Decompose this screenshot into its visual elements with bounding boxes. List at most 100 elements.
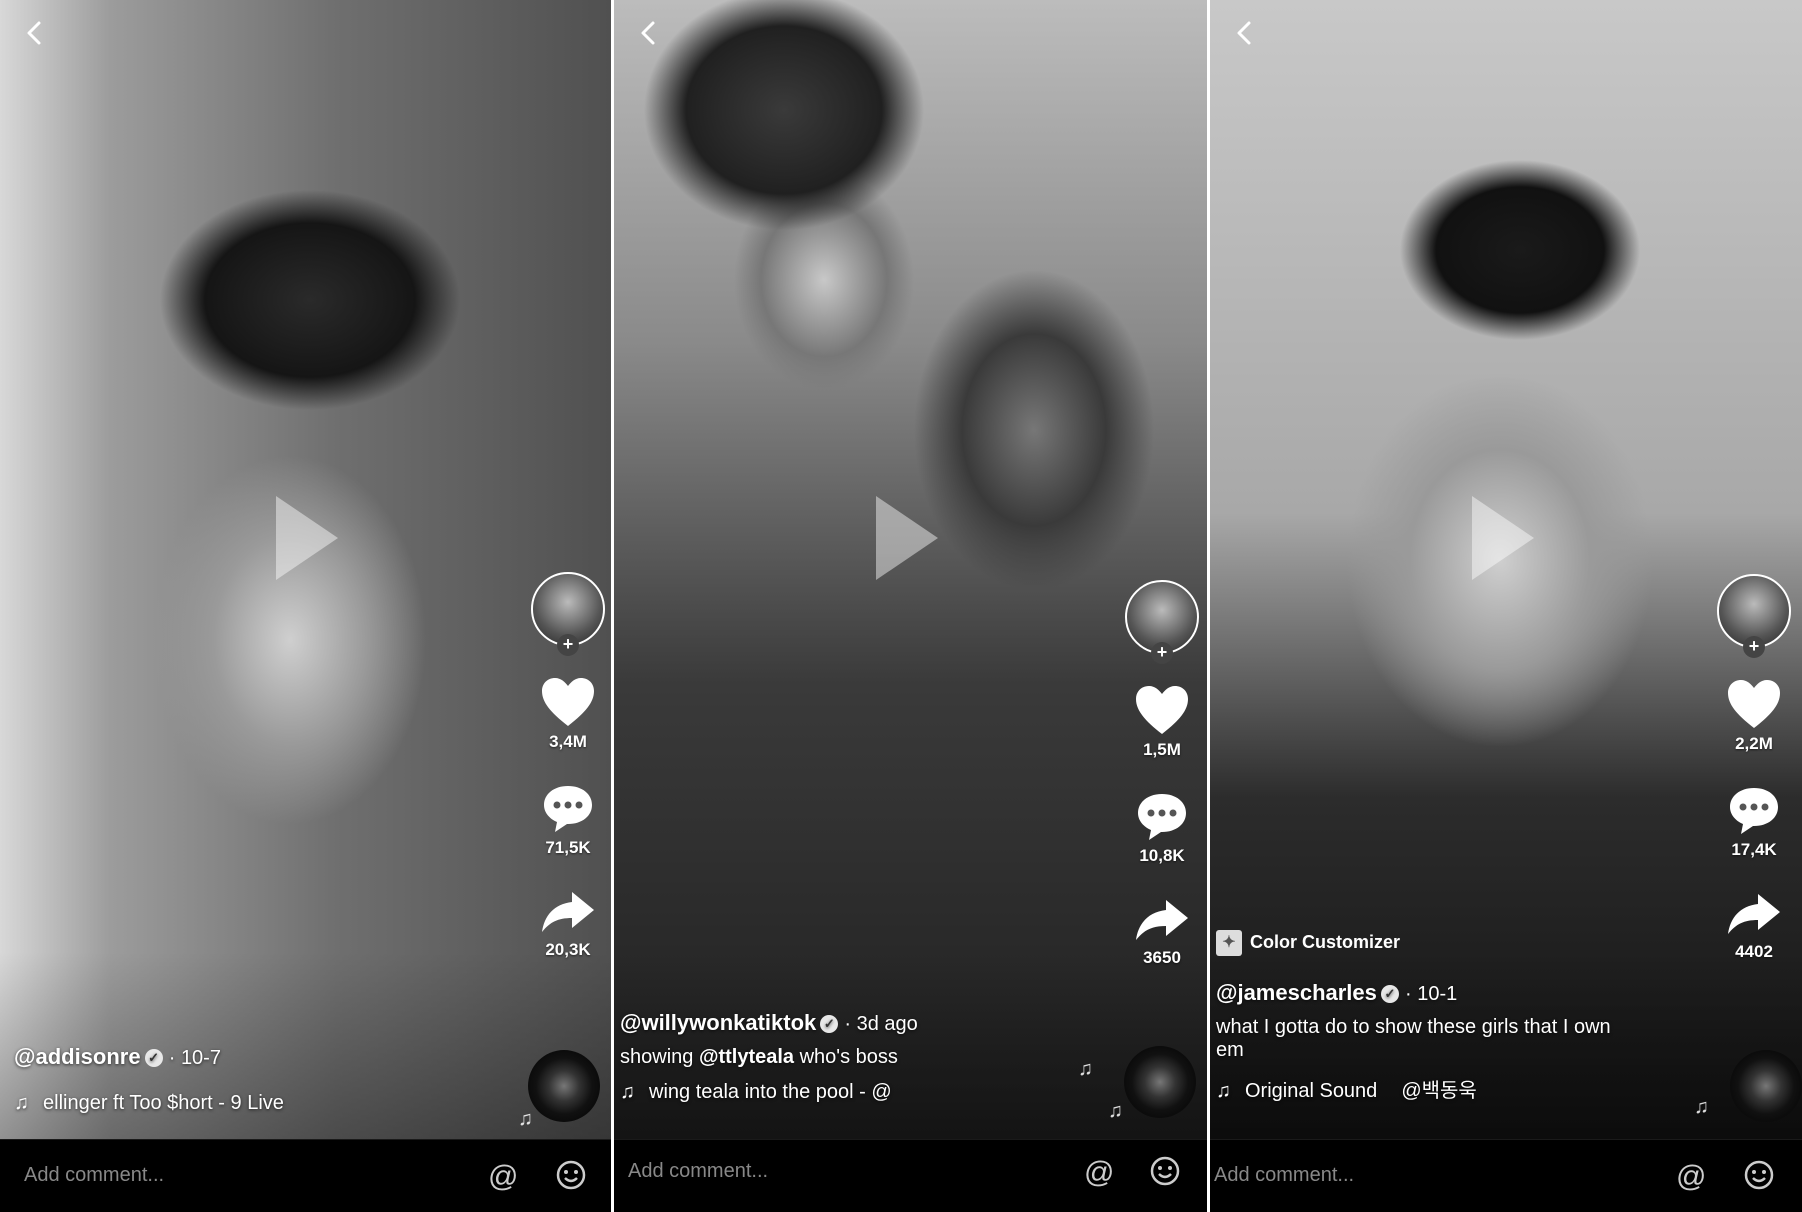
caption-text-end: who's boss (794, 1046, 898, 1068)
action-rail: + 1,5M 10,8K 3650 (1122, 580, 1202, 968)
share-arrow-icon (1728, 894, 1780, 934)
play-icon[interactable] (876, 496, 938, 580)
effect-label[interactable]: ✦ Color Customizer (1216, 930, 1400, 956)
music-line[interactable]: ♫ ellinger ft Too $hort - 9 Live (14, 1092, 284, 1115)
share-count: 3650 (1143, 948, 1181, 967)
play-icon[interactable] (1472, 496, 1534, 580)
music-title: wing teala into the pool - @ (649, 1081, 892, 1103)
music-note-icon: ♫ (1694, 1096, 1709, 1118)
back-chevron-icon[interactable] (1230, 18, 1260, 48)
music-note-icon: ♫ (518, 1108, 533, 1130)
heart-icon (542, 678, 594, 726)
username-line: @addisonre ✓ · 10-7 (14, 1044, 284, 1070)
creator-avatar[interactable]: + (1717, 574, 1791, 658)
comment-count: 10,8K (1139, 846, 1185, 865)
comment-bar: Add comment... @ (614, 1139, 1208, 1212)
action-rail: + 2,2M 17,4K 4402 (1714, 574, 1794, 962)
music-title: ellinger ft Too $hort - 9 Live (43, 1092, 284, 1114)
username[interactable]: @jamescharles (1216, 980, 1377, 1005)
follow-plus-icon[interactable]: + (557, 634, 579, 656)
music-disc-icon[interactable] (1124, 1046, 1196, 1118)
music-disc-icon[interactable] (528, 1050, 600, 1122)
post-date: 3d ago (856, 1013, 918, 1035)
comment-count: 71,5K (545, 838, 591, 857)
comment-bar: Add comment... @ (1210, 1139, 1802, 1212)
post-date-sep: · (168, 1047, 181, 1069)
music-line[interactable]: ♫ wing teala into the pool - @ (620, 1081, 918, 1104)
share-button[interactable]: 4402 (1714, 890, 1794, 962)
caption: showing @ttlyteala who's boss (620, 1046, 918, 1069)
emoji-smile-icon[interactable] (556, 1160, 586, 1190)
username[interactable]: @addisonre (14, 1044, 141, 1069)
action-rail: + 3,4M 71,5K 20,3K (528, 572, 608, 960)
comment-input[interactable]: Add comment... (1214, 1164, 1354, 1187)
verified-badge-icon: ✓ (1380, 985, 1399, 1004)
caption-text: showing (620, 1046, 699, 1068)
creator-avatar[interactable]: + (1125, 580, 1199, 664)
like-count: 2,2M (1735, 734, 1773, 753)
back-chevron-icon[interactable] (20, 18, 50, 48)
music-title: Original Sound (1245, 1080, 1378, 1102)
music-line[interactable]: ♫ Original Sound @백동욱 (1216, 1074, 1611, 1103)
comment-bubble-icon (1730, 788, 1778, 834)
caption-mention[interactable]: @ttlyteala (699, 1046, 794, 1068)
comment-count: 17,4K (1731, 840, 1777, 859)
share-arrow-icon (1136, 900, 1188, 940)
creator-avatar[interactable]: + (531, 572, 605, 656)
heart-icon (1728, 680, 1780, 728)
heart-icon (1136, 686, 1188, 734)
comment-bubble-icon (1138, 794, 1186, 840)
comment-input[interactable]: Add comment... (24, 1164, 164, 1187)
post-date-sep: · (844, 1013, 857, 1035)
music-note-icon: ♫ (1078, 1058, 1093, 1080)
like-button[interactable]: 1,5M (1122, 684, 1202, 760)
share-button[interactable]: 20,3K (528, 888, 608, 960)
at-mention-icon[interactable]: @ (488, 1160, 518, 1194)
like-button[interactable]: 3,4M (528, 676, 608, 752)
comment-button[interactable]: 17,4K (1714, 784, 1794, 860)
verified-badge-icon: ✓ (144, 1049, 163, 1068)
music-extra: @백동욱 (1401, 1080, 1477, 1102)
comment-button[interactable]: 10,8K (1122, 790, 1202, 866)
share-button[interactable]: 3650 (1122, 896, 1202, 968)
play-icon[interactable] (276, 496, 338, 580)
like-button[interactable]: 2,2M (1714, 678, 1794, 754)
music-note-icon: ♫ (1108, 1100, 1123, 1122)
verified-badge-icon: ✓ (820, 1015, 839, 1034)
music-disc-icon[interactable] (1730, 1050, 1802, 1122)
effect-sparkle-icon: ✦ (1216, 930, 1242, 956)
at-mention-icon[interactable]: @ (1676, 1160, 1706, 1194)
username-line: @jamescharles ✓ · 10-1 (1216, 980, 1611, 1006)
music-note-icon: ♫ (620, 1081, 635, 1103)
emoji-smile-icon[interactable] (1150, 1156, 1180, 1186)
share-count: 20,3K (545, 940, 591, 959)
comment-input[interactable]: Add comment... (628, 1160, 768, 1183)
like-count: 3,4M (549, 732, 587, 751)
comment-bubble-icon (544, 786, 592, 832)
effect-name: Color Customizer (1250, 931, 1401, 952)
comment-button[interactable]: 71,5K (528, 782, 608, 858)
comment-bar: Add comment... @ (0, 1139, 612, 1212)
follow-plus-icon[interactable]: + (1743, 636, 1765, 658)
caption-line-1: what I gotta do to show these girls that… (1216, 1016, 1611, 1038)
username-line: @willywonkatiktok ✓ · 3d ago (620, 1010, 918, 1036)
music-note-icon: ♫ (1216, 1080, 1231, 1102)
post-date: 10-7 (180, 1047, 221, 1069)
at-mention-icon[interactable]: @ (1084, 1156, 1114, 1190)
video-panel-1: + 3,4M 71,5K 20,3K ♫ @addisonre ✓ · 10-7 … (0, 0, 612, 1212)
post-date-sep: · (1405, 983, 1418, 1005)
post-info: @addisonre ✓ · 10-7 ♫ ellinger ft Too $hor… (14, 1044, 284, 1115)
like-count: 1,5M (1143, 740, 1181, 759)
caption-line-2: em (1216, 1039, 1244, 1061)
emoji-smile-icon[interactable] (1744, 1160, 1774, 1190)
username[interactable]: @willywonkatiktok (620, 1010, 816, 1035)
share-count: 4402 (1735, 942, 1773, 961)
video-panel-3: + 2,2M 17,4K 4402 ♫ ✦ Color Customizer @j… (1210, 0, 1802, 1212)
post-info: @jamescharles ✓ · 10-1 what I gotta do to… (1216, 980, 1611, 1103)
music-note-icon: ♫ (14, 1092, 29, 1114)
back-chevron-icon[interactable] (634, 18, 664, 48)
post-date: 10-1 (1417, 983, 1458, 1005)
video-panel-2: + 1,5M 10,8K 3650 ♫ ♫ @willywonkatiktok ✓… (614, 0, 1208, 1212)
follow-plus-icon[interactable]: + (1151, 642, 1173, 664)
caption: what I gotta do to show these girls that… (1216, 1016, 1611, 1062)
